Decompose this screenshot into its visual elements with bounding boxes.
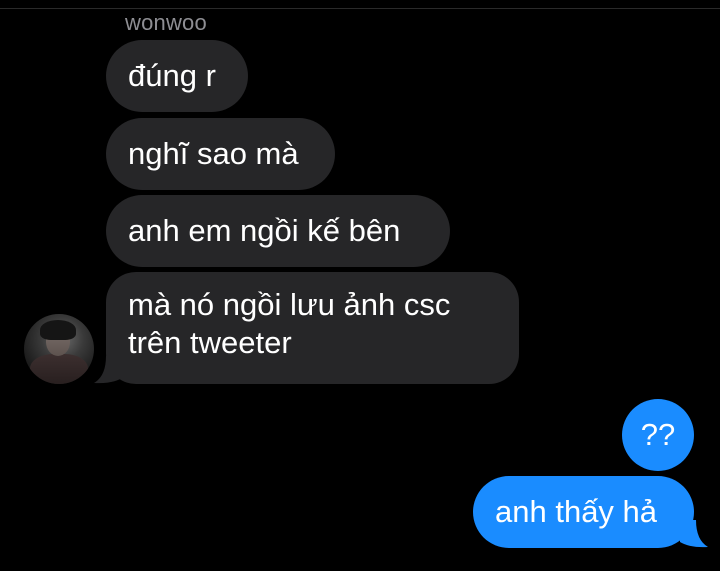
incoming-message-2-text: nghĩ sao mà (128, 136, 299, 171)
incoming-message-4-text: mà nó ngồi lưu ảnh csc trên tweeter (128, 287, 451, 360)
outgoing-message-2-text: anh thấy hả (495, 494, 658, 529)
chat-screen: wonwoo đúng r nghĩ sao mà anh em ngồi kế… (0, 0, 720, 571)
incoming-message-1[interactable]: đúng r (106, 40, 248, 112)
incoming-bubble-tail (94, 356, 122, 384)
incoming-message-2[interactable]: nghĩ sao mà (106, 118, 335, 190)
outgoing-message-2[interactable]: anh thấy hả (473, 476, 694, 548)
incoming-message-1-text: đúng r (128, 58, 216, 93)
incoming-message-3-text: anh em ngồi kế bên (128, 213, 401, 248)
incoming-message-3[interactable]: anh em ngồi kế bên (106, 195, 450, 267)
outgoing-message-1-text: ?? (640, 417, 676, 452)
incoming-message-4[interactable]: mà nó ngồi lưu ảnh csc trên tweeter (106, 272, 519, 384)
sender-name: wonwoo (125, 10, 207, 35)
contact-avatar[interactable] (24, 314, 94, 384)
top-divider (0, 0, 720, 9)
outgoing-bubble-tail (680, 520, 708, 548)
avatar-body-shape (30, 354, 88, 384)
outgoing-message-1[interactable]: ?? (622, 399, 694, 471)
avatar-hair-shape (40, 320, 76, 340)
